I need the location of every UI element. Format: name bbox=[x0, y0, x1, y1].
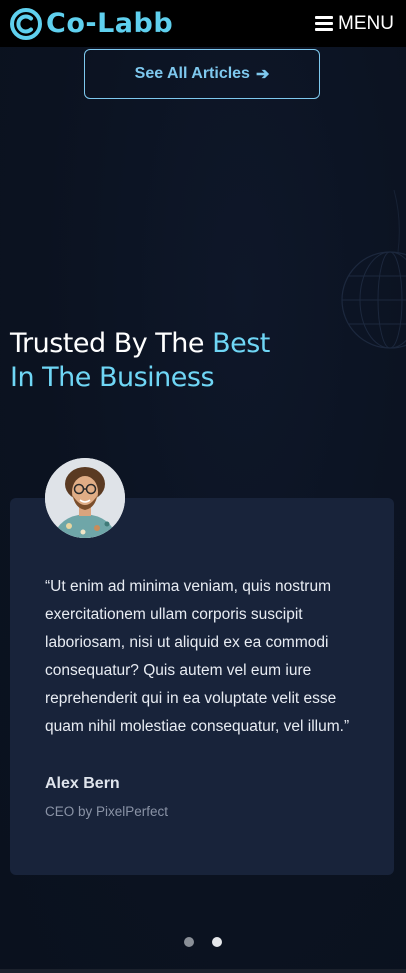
hamburger-icon bbox=[315, 16, 334, 31]
top-navbar: Co-Labb MENU bbox=[0, 0, 406, 47]
page: Co-Labb MENU See All Articles ➔ Trusted … bbox=[0, 0, 406, 973]
heading-part-1: Trusted By The bbox=[10, 328, 213, 359]
avatar bbox=[45, 458, 125, 538]
carousel-dot-1[interactable] bbox=[184, 937, 194, 947]
carousel-dot-2[interactable] bbox=[212, 937, 222, 947]
see-all-articles-button[interactable]: See All Articles ➔ bbox=[84, 49, 320, 99]
logo-text: Co-Labb bbox=[46, 8, 174, 39]
see-all-articles-label: See All Articles bbox=[134, 65, 250, 82]
avatar-photo bbox=[45, 458, 125, 538]
globe-decoration-icon bbox=[341, 190, 406, 349]
heading-highlight-2: In The Business bbox=[10, 362, 215, 393]
testimonial-quote: “Ut enim ad minima veniam, quis nostrum … bbox=[45, 578, 350, 735]
menu-label: MENU bbox=[338, 12, 394, 34]
heading-highlight-1: Best bbox=[212, 328, 270, 359]
logo[interactable]: Co-Labb bbox=[10, 7, 174, 40]
section-heading: Trusted By The Best In The Business bbox=[10, 327, 390, 395]
author-name: Alex Bern bbox=[45, 775, 120, 792]
logo-icon bbox=[10, 7, 42, 40]
carousel-pagination bbox=[184, 937, 222, 947]
author-role: CEO by PixelPerfect bbox=[45, 804, 169, 819]
arrow-right-icon: ➔ bbox=[255, 66, 270, 83]
menu-button[interactable]: MENU bbox=[315, 13, 394, 35]
bottom-divider bbox=[0, 969, 406, 973]
